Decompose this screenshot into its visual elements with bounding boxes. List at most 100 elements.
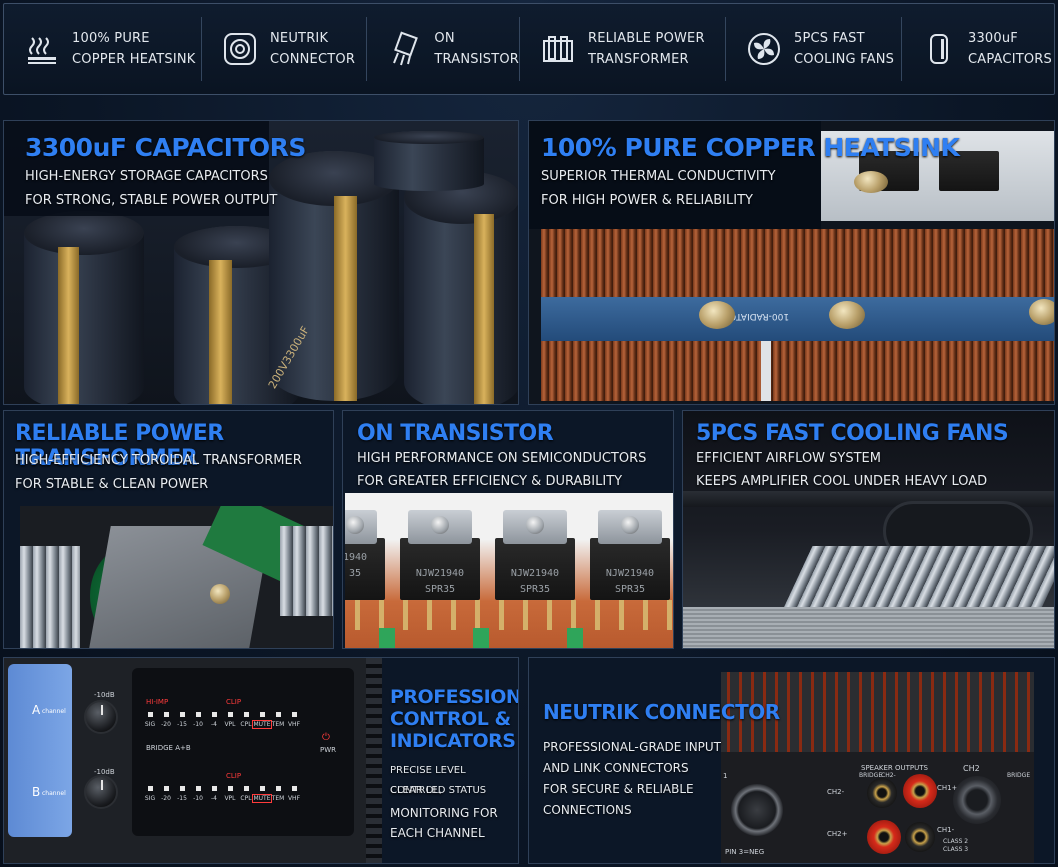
led-label: TEM (271, 795, 285, 802)
led-indicator: VHF (286, 712, 302, 728)
channel-b-label: B (32, 785, 41, 799)
panel-title: 3300uF CAPACITORS (25, 133, 306, 162)
led-indicator: MUTE (252, 712, 272, 729)
led-label: -10 (193, 721, 203, 728)
binding-post-black[interactable] (867, 778, 897, 808)
ch1-number: 1 (723, 772, 728, 780)
led-indicator: SIG (142, 786, 158, 802)
led-indicator: TEM (270, 786, 286, 802)
led-dot (259, 712, 265, 717)
led-label: -15 (177, 795, 187, 802)
panel-subtitle: KEEPS AMPLIFIER COOL UNDER HEAVY LOAD (696, 474, 988, 489)
binding-post-red[interactable] (867, 820, 901, 854)
binding-post-red[interactable] (903, 774, 937, 808)
control-title: PROFESSIONAL CONTROL & INDICATORS (390, 686, 518, 752)
feature-transistor: ON TRANSISTOR (367, 17, 520, 81)
led-label: -4 (211, 795, 217, 802)
feature-label: 3300uF CAPACITORS (967, 31, 1052, 67)
led-label: TEM (271, 721, 285, 728)
led-dot (291, 712, 297, 717)
feature-label: ON TRANSISTOR (434, 31, 519, 67)
transformer-icon (538, 29, 578, 69)
feature-bar: 100% PURE COPPER HEATSINK NEUTRIK CONNEC… (3, 3, 1055, 95)
led-label: SIG (144, 795, 156, 802)
led-indicator: MUTE (252, 786, 272, 803)
panel-subtitle: FOR GREATER EFFICIENCY & DURABILITY (357, 474, 623, 489)
led-dot (195, 786, 201, 791)
led-indicator: -4 (206, 712, 222, 728)
speaker-outputs-label: SPEAKER OUTPUTS (861, 764, 928, 772)
led-label: CPL (240, 721, 252, 728)
front-panel-photo: A channel B channel -10dB -10dB HI-IMP C… (4, 658, 382, 863)
led-indicator: -10 (190, 786, 206, 802)
feature-capacitors: 3300uF CAPACITORS (902, 17, 1052, 81)
channel-a-level-knob[interactable] (84, 700, 118, 734)
heatsink-panel: 100-RADIATO 100% PURE COPPER HEATSINK SU… (528, 120, 1055, 405)
led-indicator: -20 (158, 786, 174, 802)
led-dot (243, 786, 249, 791)
capacitor-icon (920, 29, 958, 69)
panel-title: NEUTRIK CONNECTOR (543, 700, 780, 724)
led-dot (147, 786, 153, 791)
led-indicator: CPL (238, 712, 254, 728)
panel-subtitle: EFFICIENT AIRFLOW SYSTEM (696, 451, 881, 466)
feature-label: NEUTRIK CONNECTOR (270, 31, 356, 67)
led-label: -20 (161, 795, 171, 802)
led-dot (227, 786, 233, 791)
panel-subtitle: HIGH-EFFICIENCY TOROIDAL TRANSFORMER (15, 453, 302, 468)
transistor-panel: 1940 35 NJW21940 SPR35 NJW21940 SPR35 NJW21… (342, 410, 674, 649)
power-icon: ⏻ (322, 732, 330, 743)
control-title-line: PROFESSIONAL (390, 686, 518, 708)
binding-post-black[interactable] (905, 822, 935, 852)
fans-panel: 5PCS FAST COOLING FANS EFFICIENT AIRFLOW… (682, 410, 1055, 649)
led-indicator: -20 (158, 712, 174, 728)
led-label: SIG (144, 721, 156, 728)
panel-title: 5PCS FAST COOLING FANS (696, 421, 1009, 446)
transistor-model: NJW21940 (510, 568, 560, 579)
ch2-plus-label: CH2+ (827, 830, 848, 838)
panel-subtitle: CONNECTIONS (543, 803, 632, 817)
led-dot (147, 712, 153, 717)
led-label: CPL (240, 795, 252, 802)
panel-subtitle: SUPERIOR THERMAL CONDUCTIVITY (541, 169, 776, 184)
panel-subtitle: FOR STABLE & CLEAN POWER (15, 477, 209, 492)
transistor-photo: 1940 35 NJW21940 SPR35 NJW21940 SPR35 NJW21… (345, 493, 673, 648)
knob-top-label: -10dB (94, 691, 115, 699)
led-row-b: SIG -20 -15 -10 -4 VPL CPL MUTE TEM VHF (142, 786, 302, 803)
panel-subtitle: MONITORING FOR (390, 806, 498, 820)
channel-b-level-knob[interactable] (84, 775, 118, 809)
led-label: VPL (224, 721, 236, 728)
ch1-minus-label: CH1- (937, 826, 955, 834)
led-indicator: CPL (238, 786, 254, 802)
speakon-connector[interactable] (953, 776, 1001, 824)
transistor-code: SPR35 (614, 584, 646, 595)
led-dot (163, 712, 169, 717)
channel-b-sublabel: channel (42, 790, 66, 797)
led-indicator: -15 (174, 712, 190, 728)
neutrik-connector-icon (220, 29, 260, 69)
led-label: VHF (287, 795, 301, 802)
led-label: VHF (287, 721, 301, 728)
control-panel: A channel B channel -10dB -10dB HI-IMP C… (3, 657, 519, 864)
led-label: -4 (211, 721, 217, 728)
led-label: MUTE (252, 794, 272, 803)
bridge-label: BRIDGE A+B (146, 744, 191, 752)
panel-subtitle: HIGH PERFORMANCE ON SEMICONDUCTORS (357, 451, 647, 466)
feature-fans: 5PCS FAST COOLING FANS (726, 17, 902, 81)
channel-a-label: A (32, 703, 41, 717)
feature-transformer: RELIABLE POWER TRANSFORMER (520, 17, 726, 81)
xlr-input-connector[interactable] (731, 784, 783, 836)
led-dot (195, 712, 201, 717)
led-indicator: VPL (222, 786, 238, 802)
led-indicator: -4 (206, 786, 222, 802)
led-indicator: VHF (286, 786, 302, 802)
ch2-minus-label: CH2- (827, 788, 845, 796)
led-dot (179, 712, 185, 717)
led-dot (211, 712, 217, 717)
led-dot (163, 786, 169, 791)
panel-title: ON TRANSISTOR (357, 421, 554, 446)
led-label: -10 (193, 795, 203, 802)
led-dot (275, 786, 281, 791)
transistor-code: SPR35 (424, 584, 456, 595)
panel-subtitle: EACH CHANNEL (390, 826, 485, 840)
